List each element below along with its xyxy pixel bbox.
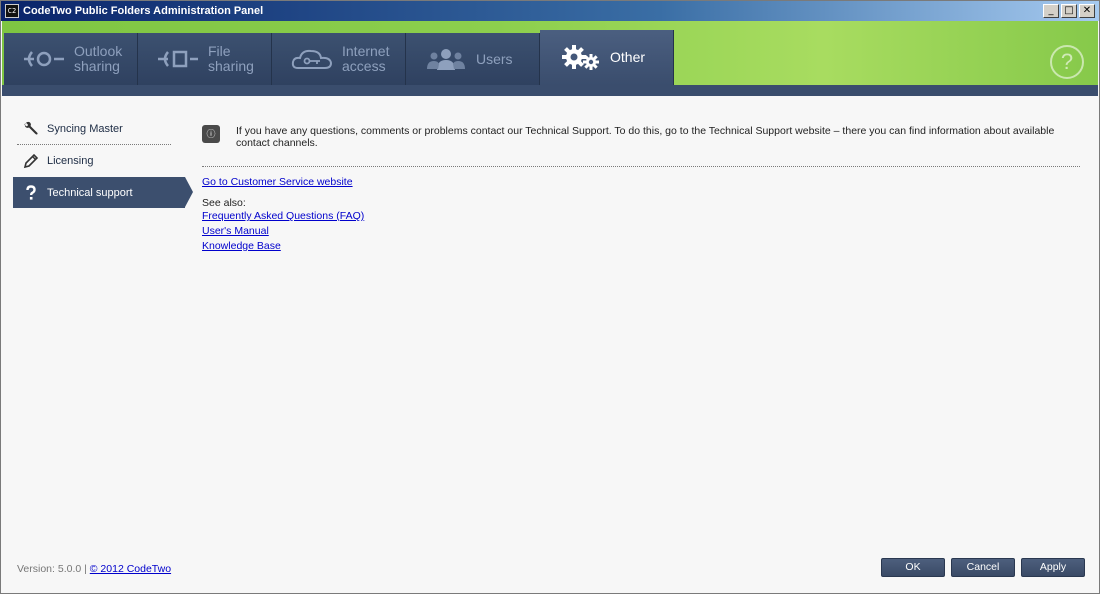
see-also-label: See also: (202, 197, 246, 209)
tab-outlook-sharing-label: Outlook sharing (74, 43, 123, 74)
file-sharing-icon (154, 44, 202, 74)
cancel-button[interactable]: Cancel (951, 558, 1015, 577)
title-bar: C2 CodeTwo Public Folders Administration… (1, 1, 1099, 21)
sidebar-item-licensing[interactable]: Licensing (13, 145, 195, 176)
window-controls: _ □ ✕ (1043, 4, 1095, 18)
app-icon: C2 (5, 4, 19, 18)
ribbon-tabs: Outlook sharing File sharing Internet ac… (4, 30, 674, 85)
footer-version: Version: 5.0.0 | © 2012 CodeTwo (17, 563, 171, 575)
cloud-key-icon (288, 44, 336, 74)
tab-other[interactable]: Other (540, 30, 674, 85)
apply-button[interactable]: Apply (1021, 558, 1085, 577)
outlook-sharing-icon (20, 44, 68, 74)
help-button[interactable]: ? (1050, 45, 1084, 79)
tab-internet-access[interactable]: Internet access (272, 33, 406, 85)
sidebar-item-label: Technical support (47, 186, 133, 199)
question-icon (23, 184, 39, 201)
wrench-icon (23, 121, 39, 137)
main-window: C2 CodeTwo Public Folders Administration… (0, 0, 1100, 594)
ribbon-bottom-bar (2, 85, 1098, 96)
sidebar-item-technical-support[interactable]: Technical support (13, 177, 193, 208)
close-button[interactable]: ✕ (1079, 4, 1095, 18)
sidebar-item-label: Syncing Master (47, 122, 123, 135)
tab-outlook-sharing[interactable]: Outlook sharing (4, 33, 138, 85)
ok-button[interactable]: OK (881, 558, 945, 577)
version-text: Version: 5.0.0 | (17, 563, 87, 575)
minimize-button[interactable]: _ (1043, 4, 1059, 18)
users-manual-link[interactable]: User's Manual (202, 224, 1082, 239)
maximize-button[interactable]: □ (1061, 4, 1077, 18)
window-title: CodeTwo Public Folders Administration Pa… (23, 5, 264, 17)
knowledge-base-link[interactable]: Knowledge Base (202, 239, 1082, 254)
tab-internet-access-label: Internet access (342, 43, 390, 74)
footer-buttons: OK Cancel Apply (881, 558, 1085, 577)
content-divider (202, 166, 1080, 167)
main-content: ⓘ If you have any questions, comments or… (202, 125, 1082, 254)
faq-link[interactable]: Frequently Asked Questions (FAQ) (202, 209, 1082, 224)
tab-other-label: Other (610, 49, 646, 65)
pencil-icon (23, 153, 39, 169)
users-icon (422, 44, 470, 74)
copyright-link[interactable]: © 2012 CodeTwo (90, 563, 171, 575)
gears-icon (556, 43, 604, 73)
tab-users[interactable]: Users (406, 33, 540, 85)
tab-file-sharing[interactable]: File sharing (138, 33, 272, 85)
tab-file-sharing-label: File sharing (208, 43, 254, 74)
tab-users-label: Users (476, 50, 513, 67)
customer-service-link[interactable]: Go to Customer Service website (202, 176, 1082, 188)
sidebar-item-label: Licensing (47, 154, 94, 167)
sidebar-item-syncing-master[interactable]: Syncing Master (13, 113, 195, 144)
info-text: If you have any questions, comments or p… (236, 125, 1055, 149)
see-also-links: Frequently Asked Questions (FAQ) User's … (202, 209, 1082, 254)
info-icon: ⓘ (202, 125, 220, 143)
ribbon: Outlook sharing File sharing Internet ac… (2, 21, 1098, 96)
sidebar: Syncing Master Licensing Technical suppo… (13, 113, 195, 208)
info-message: ⓘ If you have any questions, comments or… (202, 125, 1082, 149)
